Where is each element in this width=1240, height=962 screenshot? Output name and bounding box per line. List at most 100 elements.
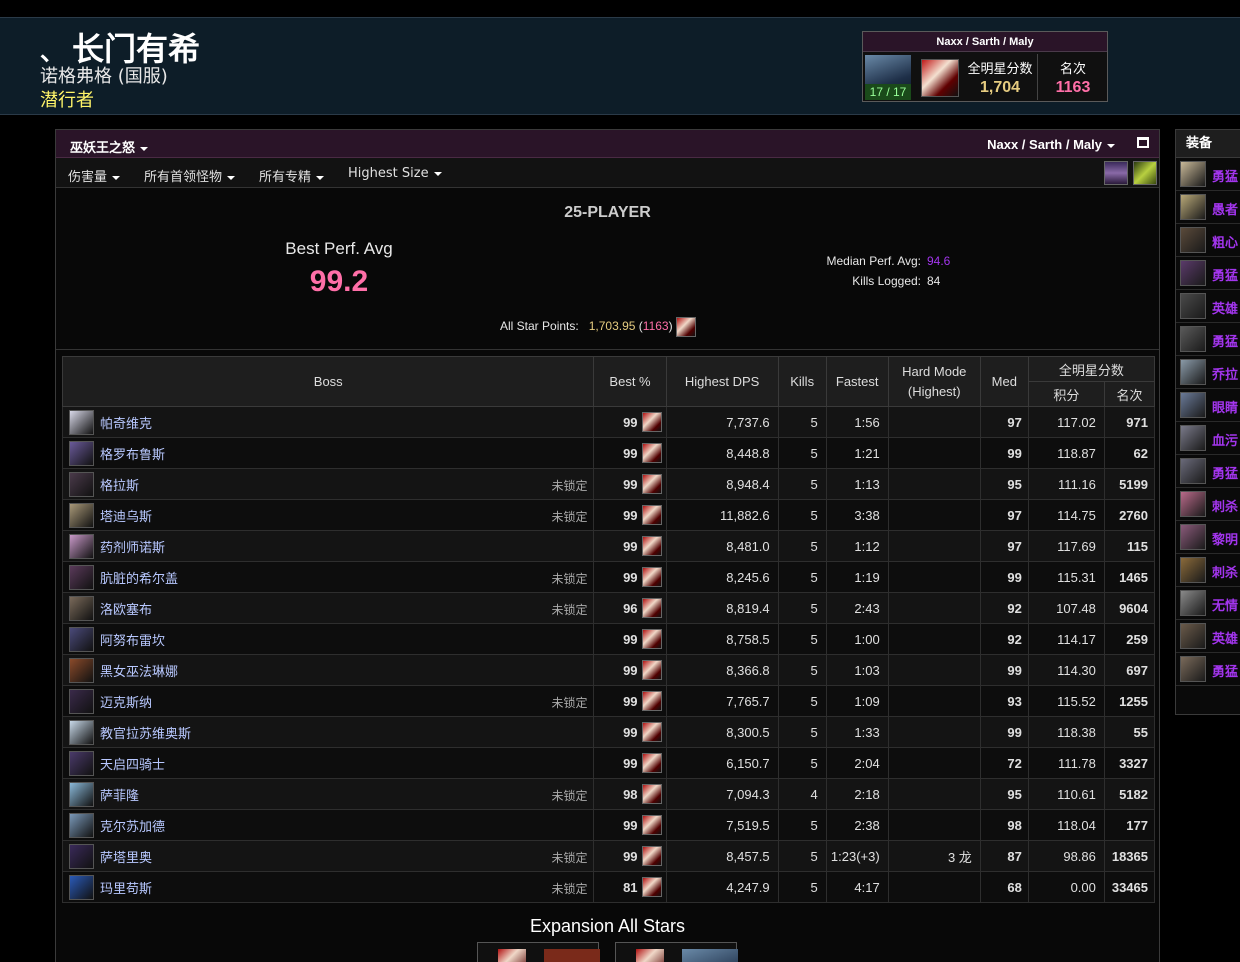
- boss-name[interactable]: 黑女巫法琳娜: [100, 665, 178, 680]
- gear-item[interactable]: 勇猛: [1176, 323, 1240, 356]
- gear-item-name[interactable]: 英雄: [1212, 298, 1238, 317]
- gear-item-name[interactable]: 血污: [1212, 430, 1238, 449]
- boss-dropdown[interactable]: 所有首领怪物: [144, 166, 236, 185]
- expansion-dropdown[interactable]: 巫妖王之怒: [70, 137, 149, 156]
- gear-item-name[interactable]: 勇猛: [1212, 265, 1238, 284]
- col-kills[interactable]: Kills: [777, 356, 827, 407]
- table-row[interactable]: 帕奇维克 99 7,737.6 5 1:56 97 117.02 971: [61, 406, 1156, 438]
- boss-cell[interactable]: 阿努布雷坎: [61, 623, 595, 655]
- boss-cell[interactable]: 教官拉苏维奥斯: [61, 716, 595, 748]
- size-dropdown[interactable]: Highest Size: [348, 166, 442, 181]
- zone-summary-widget[interactable]: Naxx / Sarth / Maly 17 / 17 全明星分数 1,704 …: [862, 31, 1108, 102]
- boss-name[interactable]: 萨菲隆: [100, 789, 139, 804]
- expansion-all-stars-card[interactable]: [615, 942, 738, 962]
- gear-item-name[interactable]: 黎明: [1212, 529, 1238, 548]
- boss-cell[interactable]: 萨菲隆 未锁定: [61, 778, 595, 810]
- table-row[interactable]: 格罗布鲁斯 99 8,448.8 5 1:21 99 118.87 62: [61, 437, 1156, 469]
- gear-item[interactable]: 眼睛: [1176, 389, 1240, 422]
- gear-item-name[interactable]: 英雄: [1212, 628, 1238, 647]
- table-row[interactable]: 阿努布雷坎 99 8,758.5 5 1:00 92 114.17 259: [61, 623, 1156, 655]
- boss-name[interactable]: 迈克斯纳: [100, 696, 152, 711]
- gear-item-name[interactable]: 愚者: [1212, 199, 1238, 218]
- gear-item[interactable]: 黎明: [1176, 521, 1240, 554]
- gear-item-name[interactable]: 眼睛: [1212, 397, 1238, 416]
- maximize-icon[interactable]: [1137, 137, 1149, 148]
- table-row[interactable]: 教官拉苏维奥斯 99 8,300.5 5 1:33 99 118.38 55: [61, 716, 1156, 748]
- boss-cell[interactable]: 天启四骑士: [61, 747, 595, 779]
- spec-dropdown[interactable]: 所有专精: [259, 166, 325, 185]
- gear-item[interactable]: 无情: [1176, 587, 1240, 620]
- table-row[interactable]: 迈克斯纳 未锁定 99 7,765.7 5 1:09 93 115.52 1255: [61, 685, 1156, 717]
- gear-item-name[interactable]: 勇猛: [1212, 661, 1238, 680]
- gear-item[interactable]: 勇猛: [1176, 257, 1240, 290]
- table-row[interactable]: 肮脏的希尔盖 未锁定 99 8,245.6 5 1:19 99 115.31 1465: [61, 561, 1156, 593]
- boss-name[interactable]: 玛里苟斯: [100, 882, 152, 897]
- gear-item[interactable]: 粗心: [1176, 224, 1240, 257]
- col-fastest[interactable]: Fastest: [825, 356, 889, 407]
- gear-item[interactable]: 刺杀: [1176, 554, 1240, 587]
- boss-name[interactable]: 塔迪乌斯: [100, 510, 152, 525]
- boss-name[interactable]: 阿努布雷坎: [100, 634, 165, 649]
- gear-item[interactable]: 勇猛: [1176, 455, 1240, 488]
- col-med[interactable]: Med: [979, 356, 1029, 407]
- table-row[interactable]: 黑女巫法琳娜 99 8,366.8 5 1:03 99 114.30 697: [61, 654, 1156, 686]
- gear-item[interactable]: 英雄: [1176, 290, 1240, 323]
- boss-name[interactable]: 帕奇维克: [100, 417, 152, 432]
- gear-item[interactable]: 血污: [1176, 422, 1240, 455]
- table-row[interactable]: 克尔苏加德 99 7,519.5 5 2:38 98 118.04 177: [61, 809, 1156, 841]
- col-boss[interactable]: Boss: [61, 356, 595, 407]
- boss-name[interactable]: 克尔苏加德: [100, 820, 165, 835]
- boss-cell[interactable]: 克尔苏加德: [61, 809, 595, 841]
- gear-item[interactable]: 英雄: [1176, 620, 1240, 653]
- table-row[interactable]: 洛欧塞布 未锁定 96 8,819.4 5 2:43 92 107.48 9604: [61, 592, 1156, 624]
- boss-cell[interactable]: 帕奇维克: [61, 406, 595, 438]
- boss-cell[interactable]: 洛欧塞布 未锁定: [61, 592, 595, 624]
- boss-name[interactable]: 肮脏的希尔盖: [100, 572, 178, 587]
- gear-item[interactable]: 勇猛: [1176, 653, 1240, 686]
- table-row[interactable]: 药剂师诺斯 99 8,481.0 5 1:12 97 117.69 115: [61, 530, 1156, 562]
- table-row[interactable]: 萨菲隆 未锁定 98 7,094.3 4 2:18 95 110.61 5182: [61, 778, 1156, 810]
- boss-cell[interactable]: 肮脏的希尔盖 未锁定: [61, 561, 595, 593]
- table-row[interactable]: 玛里苟斯 未锁定 81 4,247.9 5 4:17 68 0.00 33465: [61, 871, 1156, 903]
- boss-cell[interactable]: 黑女巫法琳娜: [61, 654, 595, 686]
- col-rank[interactable]: 名次: [1103, 381, 1156, 407]
- boss-name[interactable]: 洛欧塞布: [100, 603, 152, 618]
- boss-cell[interactable]: 塔迪乌斯 未锁定: [61, 499, 595, 531]
- expansion-all-stars-card[interactable]: [477, 942, 600, 962]
- boss-name[interactable]: 格罗布鲁斯: [100, 448, 165, 463]
- gear-item[interactable]: 刺杀: [1176, 488, 1240, 521]
- col-points[interactable]: 积分: [1027, 381, 1105, 407]
- boss-cell[interactable]: 格罗布鲁斯: [61, 437, 595, 469]
- gear-item-name[interactable]: 粗心: [1212, 232, 1238, 251]
- gear-item-name[interactable]: 乔拉: [1212, 364, 1238, 383]
- gear-item[interactable]: 愚者: [1176, 191, 1240, 224]
- boss-cell[interactable]: 药剂师诺斯: [61, 530, 595, 562]
- boss-cell[interactable]: 迈克斯纳 未锁定: [61, 685, 595, 717]
- gear-item-name[interactable]: 勇猛: [1212, 166, 1238, 185]
- table-row[interactable]: 萨塔里奥 未锁定 99 8,457.5 5 1:23(+3) 3 龙 87 98.86 18365: [61, 840, 1156, 872]
- boss-name[interactable]: 格拉斯: [100, 479, 139, 494]
- metric-dropdown[interactable]: 伤害量: [68, 166, 121, 185]
- table-row[interactable]: 格拉斯 未锁定 99 8,948.4 5 1:13 95 111.16 5199: [61, 468, 1156, 500]
- gear-item-name[interactable]: 刺杀: [1212, 496, 1238, 515]
- gear-item[interactable]: 勇猛: [1176, 158, 1240, 191]
- boss-cell[interactable]: 萨塔里奥 未锁定: [61, 840, 595, 872]
- gear-item-name[interactable]: 勇猛: [1212, 331, 1238, 350]
- boss-name[interactable]: 萨塔里奥: [100, 851, 152, 866]
- boss-name[interactable]: 教官拉苏维奥斯: [100, 727, 191, 742]
- boss-cell[interactable]: 玛里苟斯 未锁定: [61, 871, 595, 903]
- table-row[interactable]: 塔迪乌斯 未锁定 99 11,882.6 5 3:38 97 114.75 2760: [61, 499, 1156, 531]
- table-row[interactable]: 天启四骑士 99 6,150.7 5 2:04 72 111.78 3327: [61, 747, 1156, 779]
- gear-item[interactable]: 乔拉: [1176, 356, 1240, 389]
- gear-item-name[interactable]: 勇猛: [1212, 463, 1238, 482]
- boss-name[interactable]: 药剂师诺斯: [100, 541, 165, 556]
- raid-icon[interactable]: [1104, 161, 1128, 185]
- gear-item-name[interactable]: 刺杀: [1212, 562, 1238, 581]
- col-dps[interactable]: Highest DPS: [665, 356, 779, 407]
- zone-dropdown[interactable]: Naxx / Sarth / Maly: [987, 137, 1115, 152]
- gear-item-name[interactable]: 无情: [1212, 595, 1238, 614]
- col-hardmode[interactable]: Hard Mode (Highest): [887, 356, 981, 407]
- col-best[interactable]: Best %: [593, 356, 667, 407]
- key-icon[interactable]: [1133, 161, 1157, 185]
- boss-cell[interactable]: 格拉斯 未锁定: [61, 468, 595, 500]
